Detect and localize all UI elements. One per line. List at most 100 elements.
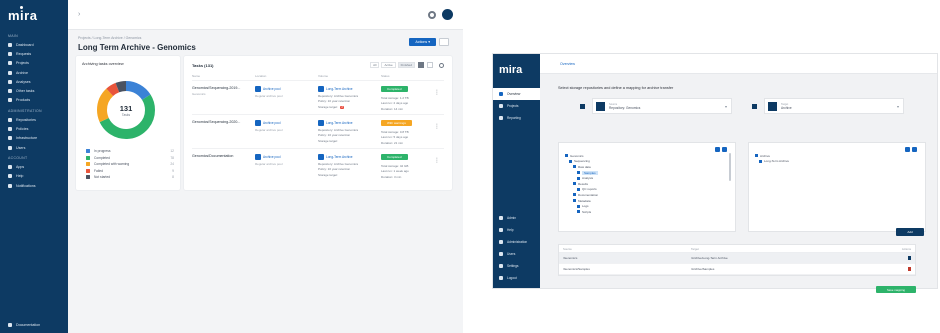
sidebar-item-help[interactable]: Help [0, 172, 68, 181]
kebab-menu-icon[interactable]: ⋮ [434, 157, 440, 164]
sidebar2-item-reporting[interactable]: Reporting [493, 112, 540, 124]
breadcrumb-2[interactable]: Overview [540, 54, 937, 74]
sidebar-item-infrastructure[interactable]: Infrastructure [0, 134, 68, 143]
location-name: Archive pool [263, 155, 281, 159]
sidebar-item-dashboard[interactable]: Dashboard [0, 40, 68, 49]
tree-scrollbar[interactable] [729, 153, 731, 181]
list-view-icon[interactable] [427, 62, 433, 68]
location-chip[interactable]: Archive pool [255, 86, 318, 92]
avatar[interactable] [442, 9, 453, 20]
app-logo-2[interactable]: mira [493, 64, 540, 88]
expand-all-icon-2[interactable] [905, 147, 910, 152]
dashboard-icon [8, 42, 12, 47]
mapping-target: /Archive/Long-Term Archive [691, 256, 728, 260]
sidebar-item-repositories[interactable]: Repositories [0, 115, 68, 124]
task-volume-cell: Long-Term Archive Repository: Archive Gen… [318, 120, 381, 148]
sidebar2-item-overview[interactable]: Overview [493, 88, 540, 100]
sidebar-item-policies[interactable]: Policies [0, 124, 68, 133]
volume-chip[interactable]: Long-Term Archive [318, 120, 381, 126]
sidebar2-item-users[interactable]: Users [493, 248, 540, 260]
collapse-sidebar-icon[interactable]: › [78, 11, 80, 18]
sidebar2-item-help[interactable]: Help [493, 224, 540, 236]
tasks-table-body: Genomics/Sequencing-2019... Genomics Archi… [192, 80, 444, 182]
legend-item[interactable]: Not started 8 [86, 174, 174, 181]
apps-icon[interactable] [580, 104, 585, 109]
tree-node-label: Samples [582, 170, 598, 175]
kebab-menu-icon[interactable]: ⋮ [434, 123, 440, 130]
sidebar-item-analyses[interactable]: Analyses [0, 77, 68, 86]
task-name[interactable]: Genomics/Sequencing-2019... [192, 86, 255, 90]
sidebar2-item-label: Settings [507, 264, 519, 268]
location-chip[interactable]: Archive pool [255, 154, 318, 160]
source-select[interactable]: Source Repository: Genomics ▾ [592, 98, 732, 114]
status-detail: Duration: 21 min [381, 140, 404, 145]
legend-swatch [86, 168, 90, 173]
table-row[interactable]: /Genomics/Archive/Long-Term Archive [559, 253, 915, 264]
donut-total-label: Tasks [121, 112, 131, 117]
source-select-value: Repository: Genomics [609, 105, 641, 110]
sidebar-item-label: Notifications [16, 183, 36, 188]
table-row[interactable]: /Genomics/Samples/Archive/Samples [559, 264, 915, 275]
kebab-menu-icon[interactable]: ⋮ [434, 89, 440, 96]
dashboard-cards: Archiving tasks overview 131 Tasks In pr… [76, 56, 452, 190]
gear-icon[interactable] [428, 10, 436, 19]
refresh-icon-2[interactable] [912, 147, 917, 152]
delete-icon[interactable] [907, 266, 911, 271]
status-badge: Completed [381, 154, 408, 160]
add-mapping-button[interactable]: Add [896, 228, 924, 236]
grid-view-icon[interactable] [418, 62, 424, 68]
volume-chip[interactable]: Long-Term Archive [318, 154, 381, 160]
folder-icon [573, 199, 576, 203]
sidebar2-item-label: Overview [507, 92, 521, 96]
target-select[interactable]: Target Archive ▾ [764, 98, 904, 114]
col-target[interactable]: Target [691, 247, 901, 251]
sidebar-item-projects[interactable]: Projects [0, 59, 68, 68]
col-source[interactable]: Source [563, 247, 691, 251]
app-logo[interactable]: mira [0, 6, 68, 30]
tree-node[interactable]: Scripts [565, 209, 729, 215]
location-name: Archive pool [263, 121, 281, 125]
save-mapping-button[interactable]: Save mapping [876, 286, 916, 293]
sidebar2-item-label: Users [507, 252, 516, 256]
sidebar-item-documentation[interactable]: Documentation [0, 323, 68, 333]
filter-active[interactable]: Active [381, 62, 396, 68]
sidebar-item-requests[interactable]: Requests [0, 49, 68, 58]
expand-all-icon[interactable] [715, 147, 720, 152]
sidebar2-item-logout[interactable]: Logout [493, 272, 540, 284]
filter-all[interactable]: All [370, 62, 380, 68]
sidebar-item-apps[interactable]: Apps [0, 162, 68, 171]
task-name-cell: Genomics/Sequencing-2019... Genomics [192, 86, 255, 114]
volume-detail-text: Storage target: [318, 138, 338, 143]
more-button[interactable] [439, 38, 449, 46]
task-name[interactable]: Genomics/Sequencing-2020... [192, 120, 255, 124]
sidebar2-item-settings[interactable]: Settings [493, 260, 540, 272]
sidebar2-item-projects[interactable]: Projects [493, 100, 540, 112]
sidebar-item-archive[interactable]: Archive [0, 68, 68, 77]
sidebar-item-products[interactable]: Products [0, 96, 68, 105]
apps-icon-2[interactable] [752, 104, 757, 109]
table-row[interactable]: Genomics/Documentation Archive pool Regula… [192, 148, 444, 182]
sidebar-item-other-tasks[interactable]: Other tasks [0, 86, 68, 95]
breadcrumb[interactable]: Projects / Long-Term Archive / Genomics [78, 36, 453, 40]
archive-icon [768, 101, 777, 111]
notifications-icon [8, 183, 12, 188]
table-row[interactable]: Genomics/Sequencing-2020... Archive pool R… [192, 114, 444, 148]
chevron-down-icon: ▾ [724, 104, 727, 109]
status-badge: Completed [381, 86, 408, 92]
sidebar-item-notifications[interactable]: Notifications [0, 181, 68, 190]
tree-node[interactable]: Long-Term Archive [755, 159, 919, 165]
sidebar-item-users[interactable]: Users [0, 143, 68, 152]
sidebar2-item-admin[interactable]: Admin [493, 212, 540, 224]
filter-finished[interactable]: Finished [397, 62, 415, 68]
table-row[interactable]: Genomics/Sequencing-2019... Genomics Archi… [192, 80, 444, 114]
location-chip[interactable]: Archive pool [255, 120, 318, 126]
search-icon[interactable] [439, 62, 444, 68]
refresh-icon[interactable] [722, 147, 727, 152]
sidebar2-item-label: Logout [507, 276, 517, 280]
delete-icon[interactable] [907, 255, 911, 260]
target-tree: Archive Long-Term Archive [755, 153, 919, 164]
sidebar2-item-administration[interactable]: Administration [493, 236, 540, 248]
task-name[interactable]: Genomics/Documentation [192, 154, 255, 158]
actions-button[interactable]: Actions ▾ [409, 38, 436, 46]
volume-chip[interactable]: Long-Term Archive [318, 86, 381, 92]
